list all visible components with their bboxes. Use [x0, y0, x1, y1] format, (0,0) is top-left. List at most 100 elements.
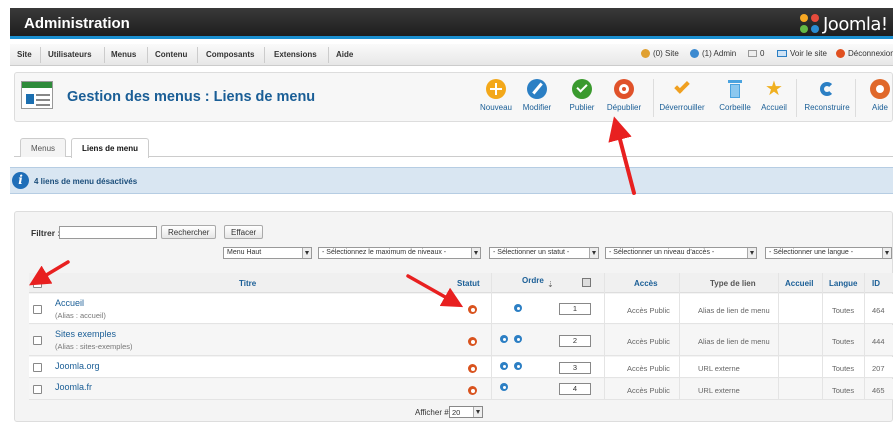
edit-button[interactable]: Modifier: [512, 79, 562, 112]
move-up-icon[interactable]: [500, 335, 508, 343]
menu-contenu[interactable]: Contenu: [155, 50, 187, 59]
menu-menus[interactable]: Menus: [111, 50, 136, 59]
monitor-icon: [777, 50, 787, 57]
unpublished-status-icon[interactable]: [468, 337, 477, 346]
home-button[interactable]: ★ Accueil: [749, 79, 799, 112]
access-level-select[interactable]: - Sélectionner un niveau d'accès -: [605, 247, 757, 259]
main-menubar: Site Utilisateurs Menus Contenu Composan…: [10, 44, 893, 66]
item-alias: (Alias : accueil): [55, 311, 106, 320]
row-checkbox[interactable]: [33, 363, 42, 372]
status-admin[interactable]: (1) Admin: [690, 49, 736, 58]
language-select[interactable]: - Sélectionner une langue -: [765, 247, 892, 259]
display-count-select[interactable]: 20: [449, 406, 483, 418]
item-alias: (Alias : sites-exemples): [55, 342, 133, 351]
item-id: 464: [872, 306, 885, 315]
menu-select[interactable]: Menu Haut: [223, 247, 312, 259]
menu-aide[interactable]: Aide: [336, 50, 353, 59]
rebuild-button[interactable]: Reconstruire: [802, 79, 852, 112]
admin-user-icon: [690, 49, 699, 58]
item-language: Toutes: [832, 386, 855, 395]
item-title-link[interactable]: Accueil: [55, 298, 84, 308]
col-home[interactable]: Accueil: [785, 279, 813, 288]
save-order-icon[interactable]: [582, 278, 591, 287]
row-checkbox[interactable]: [33, 385, 42, 394]
move-up-icon[interactable]: [500, 362, 508, 370]
col-status[interactable]: Statut: [457, 279, 480, 288]
col-access[interactable]: Accès: [634, 279, 658, 288]
status-messages[interactable]: 0: [748, 49, 764, 58]
info-message-text: 4 liens de menu désactivés: [34, 177, 138, 186]
col-title[interactable]: Titre: [239, 279, 256, 288]
unpublished-status-icon[interactable]: [468, 386, 477, 395]
unpublished-status-icon[interactable]: [468, 364, 477, 373]
item-language: Toutes: [832, 364, 855, 373]
col-order[interactable]: Ordre: [522, 276, 544, 285]
item-link-type: URL externe: [698, 386, 740, 395]
item-title-link[interactable]: Joomla.fr: [55, 382, 92, 392]
max-levels-select[interactable]: - Sélectionnez le maximum de niveaux -: [318, 247, 481, 259]
item-title-link[interactable]: Joomla.org: [55, 361, 100, 371]
table-row: Joomla.fr 4 Accès Public URL externe Tou…: [29, 379, 893, 400]
plus-icon: [486, 79, 506, 99]
col-link-type: Type de lien: [710, 279, 756, 288]
menu-utilisateurs[interactable]: Utilisateurs: [48, 50, 92, 59]
unlock-button[interactable]: Déverrouiller: [657, 78, 707, 112]
admin-header: Administration Joomla!: [10, 8, 893, 39]
trash-icon: [725, 79, 745, 99]
order-input[interactable]: 4: [559, 383, 591, 395]
item-id: 207: [872, 364, 885, 373]
tab-menu-items[interactable]: Liens de menu: [71, 138, 150, 158]
joomla-logo-icon: [800, 14, 820, 34]
order-input[interactable]: 2: [559, 335, 591, 347]
item-id: 465: [872, 386, 885, 395]
order-input[interactable]: 1: [559, 303, 591, 315]
move-down-icon[interactable]: [514, 362, 522, 370]
select-all-checkbox[interactable]: [33, 279, 42, 288]
item-access[interactable]: Accès Public: [627, 364, 670, 373]
col-language[interactable]: Langue: [829, 279, 857, 288]
clear-button[interactable]: Effacer: [224, 225, 264, 239]
unpublish-button[interactable]: Dépublier: [599, 79, 649, 112]
move-up-icon[interactable]: [500, 383, 508, 391]
row-checkbox[interactable]: [33, 336, 42, 345]
view-site-link[interactable]: Voir le site: [777, 49, 827, 58]
menu-manager-icon: [21, 81, 53, 109]
unpublished-status-icon[interactable]: [468, 305, 477, 314]
row-checkbox[interactable]: [33, 305, 42, 314]
power-icon: [836, 49, 845, 58]
refresh-icon: [817, 79, 837, 99]
table-row: Sites exemples (Alias : sites-exemples) …: [29, 325, 893, 356]
info-message: i 4 liens de menu désactivés: [10, 167, 893, 194]
info-icon: i: [12, 172, 29, 189]
status-site[interactable]: (0) Site: [641, 49, 679, 58]
move-down-icon[interactable]: [514, 335, 522, 343]
logout-link[interactable]: Déconnexion: [836, 49, 893, 58]
move-down-icon[interactable]: [514, 304, 522, 312]
menu-site[interactable]: Site: [17, 50, 32, 59]
mail-icon: [748, 50, 757, 57]
help-button[interactable]: Aide: [855, 79, 893, 112]
tab-menus[interactable]: Menus: [20, 138, 67, 157]
menu-composants[interactable]: Composants: [206, 50, 254, 59]
col-id[interactable]: ID: [872, 279, 880, 288]
item-access[interactable]: Accès Public: [627, 386, 670, 395]
order-input[interactable]: 3: [559, 362, 591, 374]
star-icon: ★: [765, 78, 783, 100]
chevron-down-icon: [302, 248, 311, 258]
users-icon: [641, 49, 650, 58]
filter-search-input[interactable]: [59, 226, 157, 239]
menu-extensions[interactable]: Extensions: [274, 50, 317, 59]
joomla-logo[interactable]: Joomla!: [800, 12, 888, 36]
sort-icon: ⇣: [547, 280, 554, 289]
table-row: Joomla.org 3 Accès Public URL externe To…: [29, 357, 893, 378]
toolbar-box: Gestion des menus : Liens de menu Nouvea…: [14, 72, 893, 122]
item-access[interactable]: Accès Public: [627, 306, 670, 315]
chevron-down-icon: [589, 248, 598, 258]
item-access[interactable]: Accès Public: [627, 337, 670, 346]
search-button[interactable]: Rechercher: [161, 225, 217, 239]
submenu-tabs: Menus Liens de menu: [14, 138, 893, 158]
item-title-link[interactable]: Sites exemples: [55, 329, 116, 339]
status-select[interactable]: - Sélectionner un statut -: [489, 247, 599, 259]
display-count-label: Afficher #: [415, 408, 449, 417]
check-circle-icon: [572, 79, 592, 99]
